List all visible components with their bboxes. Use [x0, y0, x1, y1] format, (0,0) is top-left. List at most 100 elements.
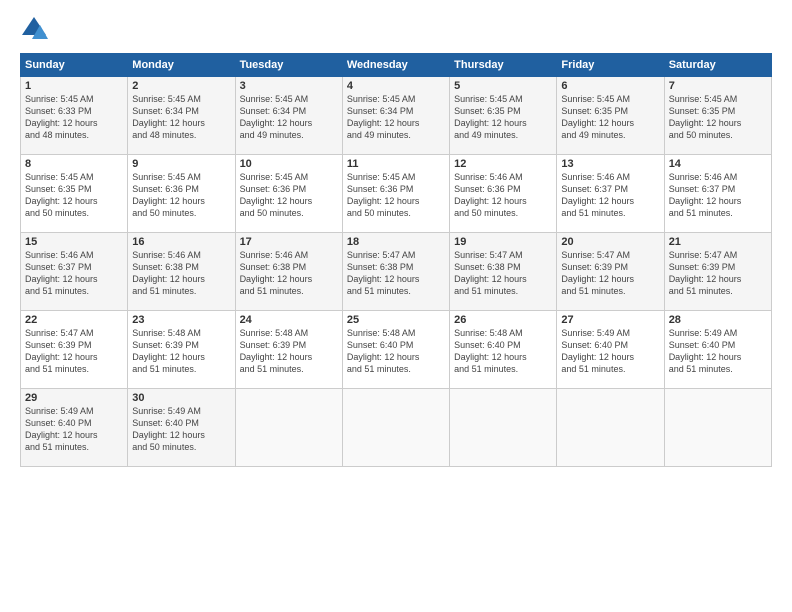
day-number: 27: [561, 314, 659, 326]
calendar-cell: 15Sunrise: 5:46 AM Sunset: 6:37 PM Dayli…: [21, 233, 128, 311]
calendar-cell: 12Sunrise: 5:46 AM Sunset: 6:36 PM Dayli…: [450, 155, 557, 233]
calendar-cell: [664, 389, 771, 467]
calendar-cell: [342, 389, 449, 467]
day-info: Sunrise: 5:46 AM Sunset: 6:37 PM Dayligh…: [669, 171, 767, 220]
calendar-cell: 20Sunrise: 5:47 AM Sunset: 6:39 PM Dayli…: [557, 233, 664, 311]
calendar-cell: 4Sunrise: 5:45 AM Sunset: 6:34 PM Daylig…: [342, 77, 449, 155]
calendar-cell: 16Sunrise: 5:46 AM Sunset: 6:38 PM Dayli…: [128, 233, 235, 311]
calendar-header-row: SundayMondayTuesdayWednesdayThursdayFrid…: [21, 54, 772, 77]
calendar-cell: 22Sunrise: 5:47 AM Sunset: 6:39 PM Dayli…: [21, 311, 128, 389]
day-number: 26: [454, 314, 552, 326]
day-info: Sunrise: 5:45 AM Sunset: 6:33 PM Dayligh…: [25, 93, 123, 142]
day-number: 3: [240, 80, 338, 92]
day-info: Sunrise: 5:47 AM Sunset: 6:38 PM Dayligh…: [347, 249, 445, 298]
calendar-cell: 24Sunrise: 5:48 AM Sunset: 6:39 PM Dayli…: [235, 311, 342, 389]
day-number: 23: [132, 314, 230, 326]
day-info: Sunrise: 5:45 AM Sunset: 6:34 PM Dayligh…: [240, 93, 338, 142]
calendar-cell: 11Sunrise: 5:45 AM Sunset: 6:36 PM Dayli…: [342, 155, 449, 233]
calendar-header-friday: Friday: [557, 54, 664, 77]
day-info: Sunrise: 5:49 AM Sunset: 6:40 PM Dayligh…: [132, 405, 230, 454]
calendar-cell: 17Sunrise: 5:46 AM Sunset: 6:38 PM Dayli…: [235, 233, 342, 311]
calendar-cell: 5Sunrise: 5:45 AM Sunset: 6:35 PM Daylig…: [450, 77, 557, 155]
day-info: Sunrise: 5:48 AM Sunset: 6:40 PM Dayligh…: [454, 327, 552, 376]
calendar-week-row: 29Sunrise: 5:49 AM Sunset: 6:40 PM Dayli…: [21, 389, 772, 467]
calendar-header-tuesday: Tuesday: [235, 54, 342, 77]
day-number: 16: [132, 236, 230, 248]
calendar-cell: 10Sunrise: 5:45 AM Sunset: 6:36 PM Dayli…: [235, 155, 342, 233]
calendar-cell: 6Sunrise: 5:45 AM Sunset: 6:35 PM Daylig…: [557, 77, 664, 155]
day-number: 18: [347, 236, 445, 248]
day-info: Sunrise: 5:48 AM Sunset: 6:39 PM Dayligh…: [240, 327, 338, 376]
day-number: 20: [561, 236, 659, 248]
day-info: Sunrise: 5:47 AM Sunset: 6:39 PM Dayligh…: [25, 327, 123, 376]
calendar-cell: 30Sunrise: 5:49 AM Sunset: 6:40 PM Dayli…: [128, 389, 235, 467]
calendar-header-wednesday: Wednesday: [342, 54, 449, 77]
day-number: 9: [132, 158, 230, 170]
calendar-cell: 18Sunrise: 5:47 AM Sunset: 6:38 PM Dayli…: [342, 233, 449, 311]
calendar-cell: 29Sunrise: 5:49 AM Sunset: 6:40 PM Dayli…: [21, 389, 128, 467]
calendar-header-thursday: Thursday: [450, 54, 557, 77]
day-number: 8: [25, 158, 123, 170]
calendar-table: SundayMondayTuesdayWednesdayThursdayFrid…: [20, 53, 772, 467]
calendar-cell: 9Sunrise: 5:45 AM Sunset: 6:36 PM Daylig…: [128, 155, 235, 233]
day-info: Sunrise: 5:45 AM Sunset: 6:34 PM Dayligh…: [132, 93, 230, 142]
calendar-cell: 19Sunrise: 5:47 AM Sunset: 6:38 PM Dayli…: [450, 233, 557, 311]
day-number: 13: [561, 158, 659, 170]
day-info: Sunrise: 5:45 AM Sunset: 6:35 PM Dayligh…: [454, 93, 552, 142]
day-number: 5: [454, 80, 552, 92]
day-number: 25: [347, 314, 445, 326]
day-info: Sunrise: 5:48 AM Sunset: 6:39 PM Dayligh…: [132, 327, 230, 376]
day-info: Sunrise: 5:47 AM Sunset: 6:38 PM Dayligh…: [454, 249, 552, 298]
day-info: Sunrise: 5:45 AM Sunset: 6:35 PM Dayligh…: [561, 93, 659, 142]
day-info: Sunrise: 5:48 AM Sunset: 6:40 PM Dayligh…: [347, 327, 445, 376]
day-number: 17: [240, 236, 338, 248]
day-info: Sunrise: 5:45 AM Sunset: 6:36 PM Dayligh…: [240, 171, 338, 220]
calendar-cell: 21Sunrise: 5:47 AM Sunset: 6:39 PM Dayli…: [664, 233, 771, 311]
day-info: Sunrise: 5:46 AM Sunset: 6:38 PM Dayligh…: [132, 249, 230, 298]
day-info: Sunrise: 5:45 AM Sunset: 6:35 PM Dayligh…: [669, 93, 767, 142]
calendar-cell: 13Sunrise: 5:46 AM Sunset: 6:37 PM Dayli…: [557, 155, 664, 233]
calendar-week-row: 1Sunrise: 5:45 AM Sunset: 6:33 PM Daylig…: [21, 77, 772, 155]
day-number: 2: [132, 80, 230, 92]
calendar-cell: 7Sunrise: 5:45 AM Sunset: 6:35 PM Daylig…: [664, 77, 771, 155]
day-info: Sunrise: 5:46 AM Sunset: 6:38 PM Dayligh…: [240, 249, 338, 298]
logo: [20, 15, 51, 43]
day-number: 6: [561, 80, 659, 92]
day-number: 1: [25, 80, 123, 92]
day-info: Sunrise: 5:46 AM Sunset: 6:37 PM Dayligh…: [25, 249, 123, 298]
calendar-cell: 8Sunrise: 5:45 AM Sunset: 6:35 PM Daylig…: [21, 155, 128, 233]
calendar-week-row: 8Sunrise: 5:45 AM Sunset: 6:35 PM Daylig…: [21, 155, 772, 233]
page: SundayMondayTuesdayWednesdayThursdayFrid…: [0, 0, 792, 612]
calendar-header-saturday: Saturday: [664, 54, 771, 77]
day-info: Sunrise: 5:45 AM Sunset: 6:36 PM Dayligh…: [347, 171, 445, 220]
calendar-cell: [450, 389, 557, 467]
day-number: 30: [132, 392, 230, 404]
day-number: 10: [240, 158, 338, 170]
day-info: Sunrise: 5:49 AM Sunset: 6:40 PM Dayligh…: [25, 405, 123, 454]
calendar-week-row: 22Sunrise: 5:47 AM Sunset: 6:39 PM Dayli…: [21, 311, 772, 389]
day-number: 28: [669, 314, 767, 326]
calendar-cell: 23Sunrise: 5:48 AM Sunset: 6:39 PM Dayli…: [128, 311, 235, 389]
day-info: Sunrise: 5:46 AM Sunset: 6:36 PM Dayligh…: [454, 171, 552, 220]
day-info: Sunrise: 5:45 AM Sunset: 6:34 PM Dayligh…: [347, 93, 445, 142]
day-info: Sunrise: 5:45 AM Sunset: 6:35 PM Dayligh…: [25, 171, 123, 220]
day-number: 11: [347, 158, 445, 170]
calendar-cell: 14Sunrise: 5:46 AM Sunset: 6:37 PM Dayli…: [664, 155, 771, 233]
day-info: Sunrise: 5:49 AM Sunset: 6:40 PM Dayligh…: [669, 327, 767, 376]
calendar-cell: [557, 389, 664, 467]
day-info: Sunrise: 5:47 AM Sunset: 6:39 PM Dayligh…: [669, 249, 767, 298]
day-info: Sunrise: 5:45 AM Sunset: 6:36 PM Dayligh…: [132, 171, 230, 220]
calendar-cell: 1Sunrise: 5:45 AM Sunset: 6:33 PM Daylig…: [21, 77, 128, 155]
day-number: 22: [25, 314, 123, 326]
calendar-cell: 3Sunrise: 5:45 AM Sunset: 6:34 PM Daylig…: [235, 77, 342, 155]
day-number: 14: [669, 158, 767, 170]
calendar-cell: 26Sunrise: 5:48 AM Sunset: 6:40 PM Dayli…: [450, 311, 557, 389]
day-number: 19: [454, 236, 552, 248]
day-number: 24: [240, 314, 338, 326]
logo-icon: [20, 15, 48, 43]
day-info: Sunrise: 5:46 AM Sunset: 6:37 PM Dayligh…: [561, 171, 659, 220]
day-number: 12: [454, 158, 552, 170]
day-number: 7: [669, 80, 767, 92]
day-number: 21: [669, 236, 767, 248]
calendar-cell: 2Sunrise: 5:45 AM Sunset: 6:34 PM Daylig…: [128, 77, 235, 155]
